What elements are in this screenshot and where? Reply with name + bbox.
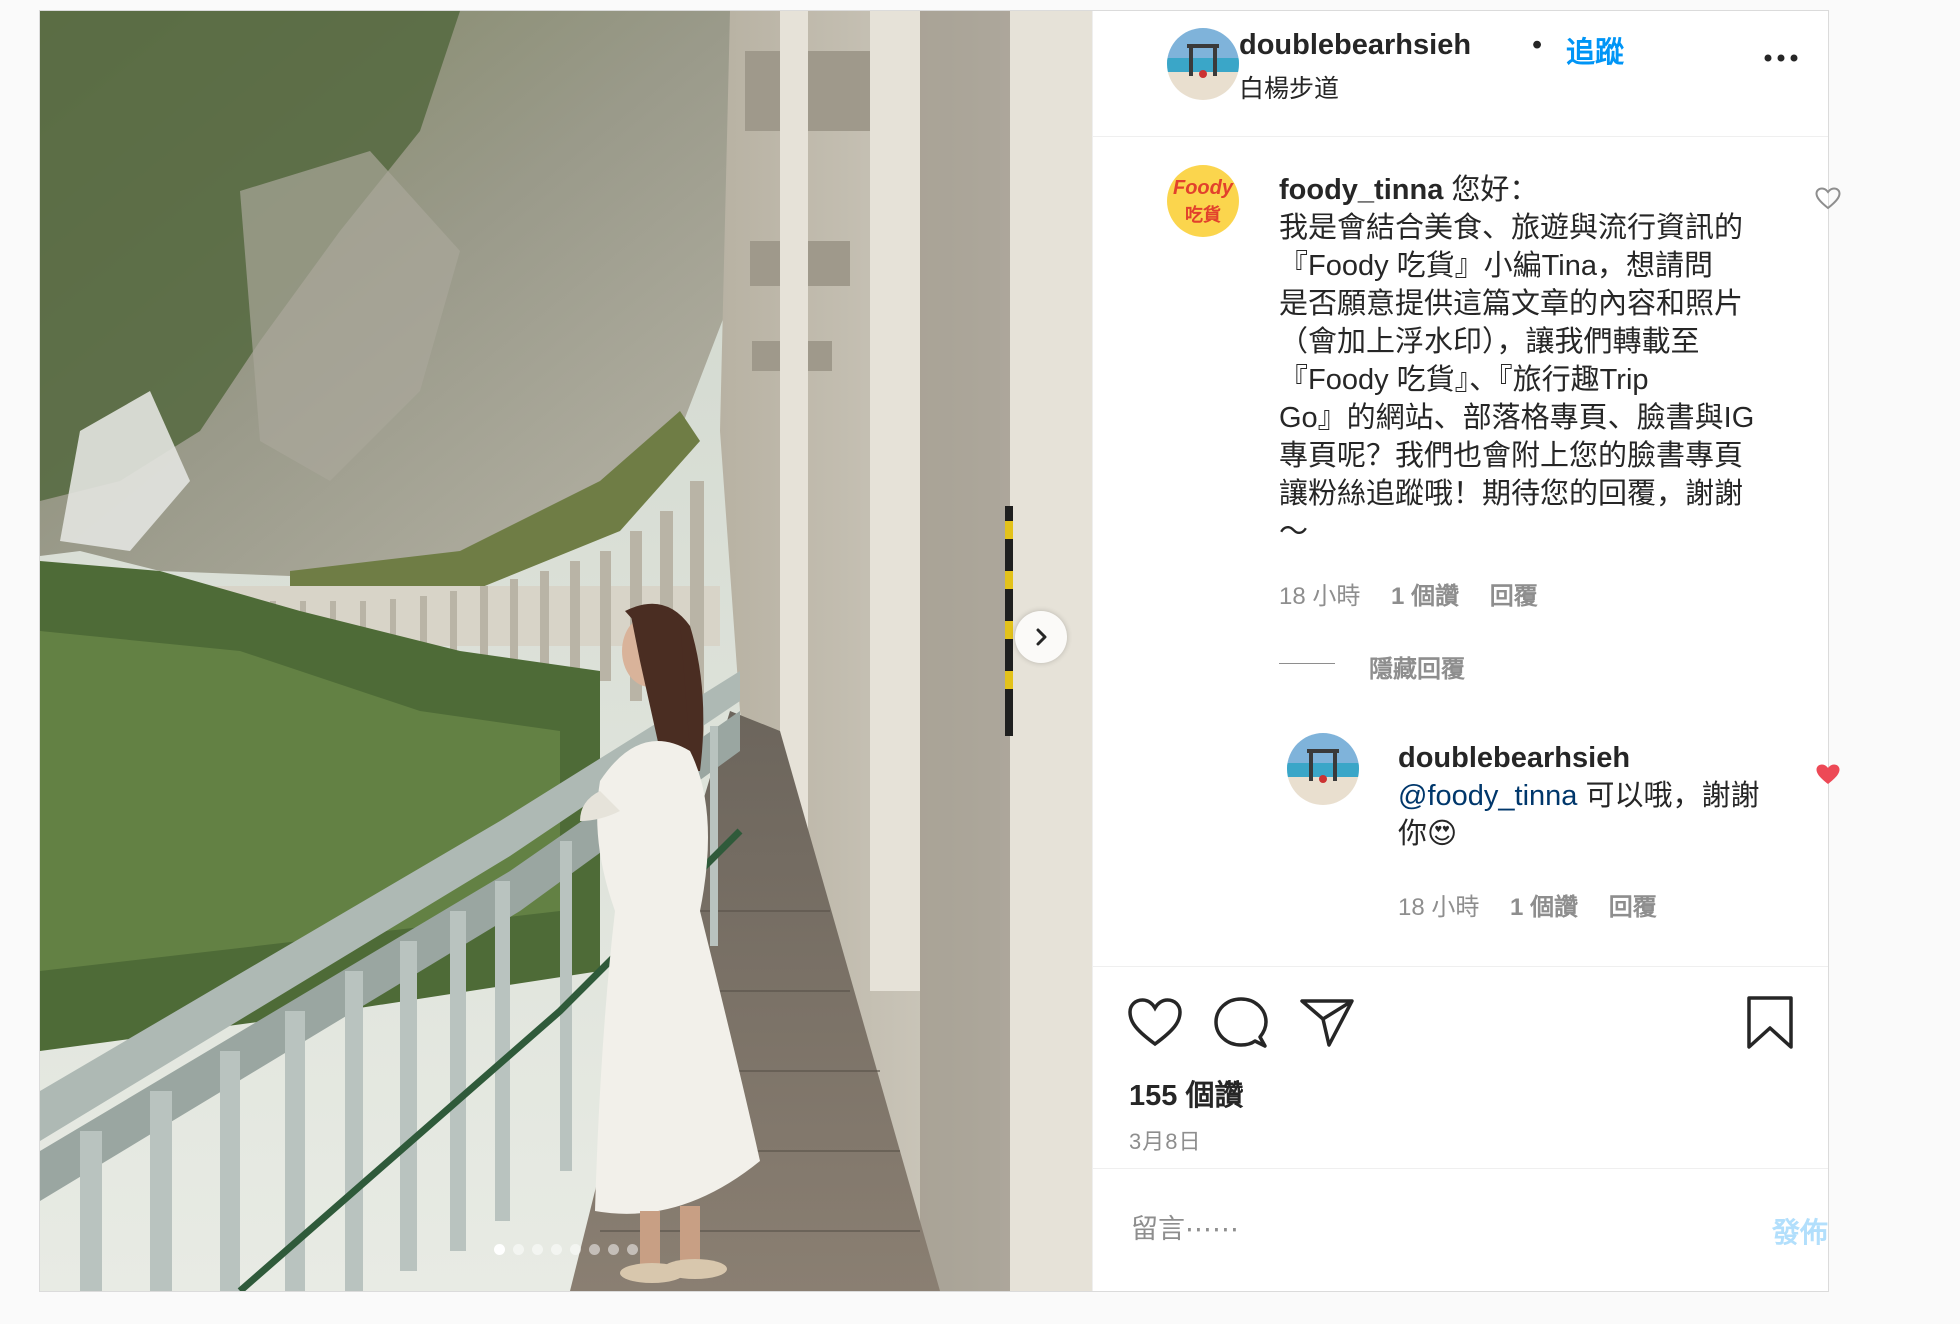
carousel-dot xyxy=(570,1244,581,1255)
next-slide-button[interactable] xyxy=(1015,611,1067,663)
comment-line: 『Foody 吃貨』、『旅行趣Trip xyxy=(1279,364,1649,396)
carousel-dot xyxy=(494,1244,505,1255)
reply-likes[interactable]: 1 個讚 xyxy=(1510,894,1578,921)
post-card: doublebearhsieh • 追蹤 白楊步道 Foody 吃貨 foody… xyxy=(39,10,1841,1292)
heart-icon[interactable] xyxy=(1127,997,1183,1049)
reply-line-2: 你😍 xyxy=(1398,815,1798,853)
header-separator: • xyxy=(1532,29,1543,61)
comment-line: 是否願意提供這篇文章的內容和照片 xyxy=(1279,288,1744,320)
paper-plane-icon[interactable] xyxy=(1299,997,1355,1049)
comment-likes[interactable]: 1 個讚 xyxy=(1391,583,1459,610)
comment-line: 『Foody 吃貨』小編Tina，想請問 xyxy=(1279,250,1713,282)
comment-icon[interactable] xyxy=(1213,995,1269,1051)
comment-input[interactable] xyxy=(1129,1203,1693,1255)
likes-count[interactable]: 155 個讚 xyxy=(1129,1072,1243,1114)
comment-username[interactable]: foody_tinna xyxy=(1279,174,1443,206)
reply-time[interactable]: 18 小時 xyxy=(1398,894,1479,921)
bookmark-icon[interactable] xyxy=(1745,995,1795,1051)
reply-mention-link[interactable]: @foody_tinna xyxy=(1398,780,1577,812)
author-avatar[interactable] xyxy=(1167,28,1239,100)
heart-filled-icon[interactable] xyxy=(1815,763,1841,787)
comment-line: （會加上浮水印），讓我們轉載至 xyxy=(1279,326,1700,358)
post-photo[interactable] xyxy=(40,11,1092,1291)
avatar-logo-text-top: Foody xyxy=(1173,177,1233,199)
more-horizontal-icon[interactable] xyxy=(1761,51,1801,65)
post-header: doublebearhsieh • 追蹤 白楊步道 xyxy=(1093,11,1828,137)
comment-reply-button[interactable]: 回覆 xyxy=(1490,583,1538,610)
reply-reply-button[interactable]: 回覆 xyxy=(1609,894,1657,921)
commenter-avatar[interactable]: Foody 吃貨 xyxy=(1167,165,1239,237)
carousel-dots xyxy=(40,1244,1092,1255)
comment-line: 讓粉絲追蹤哦！期待您的回覆，謝謝 xyxy=(1279,478,1744,510)
comment-time[interactable]: 18 小時 xyxy=(1279,583,1360,610)
heart-outline-icon[interactable] xyxy=(1815,187,1841,211)
post-comment-button[interactable]: 發佈 xyxy=(1772,1211,1828,1251)
comment-line: 我是會結合美食、旅遊與流行資訊的 xyxy=(1279,212,1744,244)
carousel-dot xyxy=(627,1244,638,1255)
reply-text: 你 xyxy=(1398,818,1428,850)
reply-avatar[interactable] xyxy=(1287,733,1359,805)
photo-illustration xyxy=(40,11,1092,1291)
comment-meta: 18 小時 1 個讚 回覆 xyxy=(1279,576,1538,611)
carousel-dot xyxy=(532,1244,543,1255)
reply-line-1: @foody_tinna 可以哦，謝謝 xyxy=(1398,777,1798,815)
reply-meta: 18 小時 1 個讚 回覆 xyxy=(1398,887,1657,922)
avatar-image xyxy=(1287,733,1359,805)
post-actions: 155 個讚 3月8日 xyxy=(1093,966,1828,1177)
follow-button[interactable]: 追蹤 xyxy=(1566,29,1624,71)
carousel-dot xyxy=(589,1244,600,1255)
post-location[interactable]: 白楊步道 xyxy=(1239,69,1339,105)
carousel-dot xyxy=(608,1244,619,1255)
comment-body: foody_tinna 您好： 我是會結合美食、旅遊與流行資訊的 『Foody … xyxy=(1279,171,1789,551)
comment-text: 您好： xyxy=(1443,174,1539,206)
comment-line: Go』的網站、部落格專頁、臉書與IG xyxy=(1279,402,1755,434)
author-username[interactable]: doublebearhsieh xyxy=(1239,29,1471,62)
chevron-right-icon xyxy=(1036,628,1047,646)
replies-divider xyxy=(1279,663,1335,664)
carousel-dot xyxy=(551,1244,562,1255)
heart-eyes-emoji: 😍 xyxy=(1427,818,1458,850)
hide-replies-button[interactable]: 隱藏回覆 xyxy=(1369,649,1465,684)
comment-line: ～ xyxy=(1279,516,1309,548)
reply-text: 可以哦，謝謝 xyxy=(1577,780,1760,812)
comment-line-1: foody_tinna 您好： xyxy=(1279,171,1789,209)
avatar-image xyxy=(1167,28,1239,100)
avatar-logo-text-bottom: 吃貨 xyxy=(1185,205,1221,225)
comment-line: 專頁呢？我們也會附上您的臉書專頁 xyxy=(1279,440,1744,472)
reply-body: doublebearhsieh @foody_tinna 可以哦，謝謝 你😍 xyxy=(1398,739,1798,853)
post-side-panel: doublebearhsieh • 追蹤 白楊步道 Foody 吃貨 foody… xyxy=(1092,11,1841,1292)
carousel-dot xyxy=(513,1244,524,1255)
reply-username[interactable]: doublebearhsieh xyxy=(1398,739,1798,777)
post-date[interactable]: 3月8日 xyxy=(1129,1124,1201,1156)
add-comment-bar: 發佈 xyxy=(1093,1168,1828,1292)
